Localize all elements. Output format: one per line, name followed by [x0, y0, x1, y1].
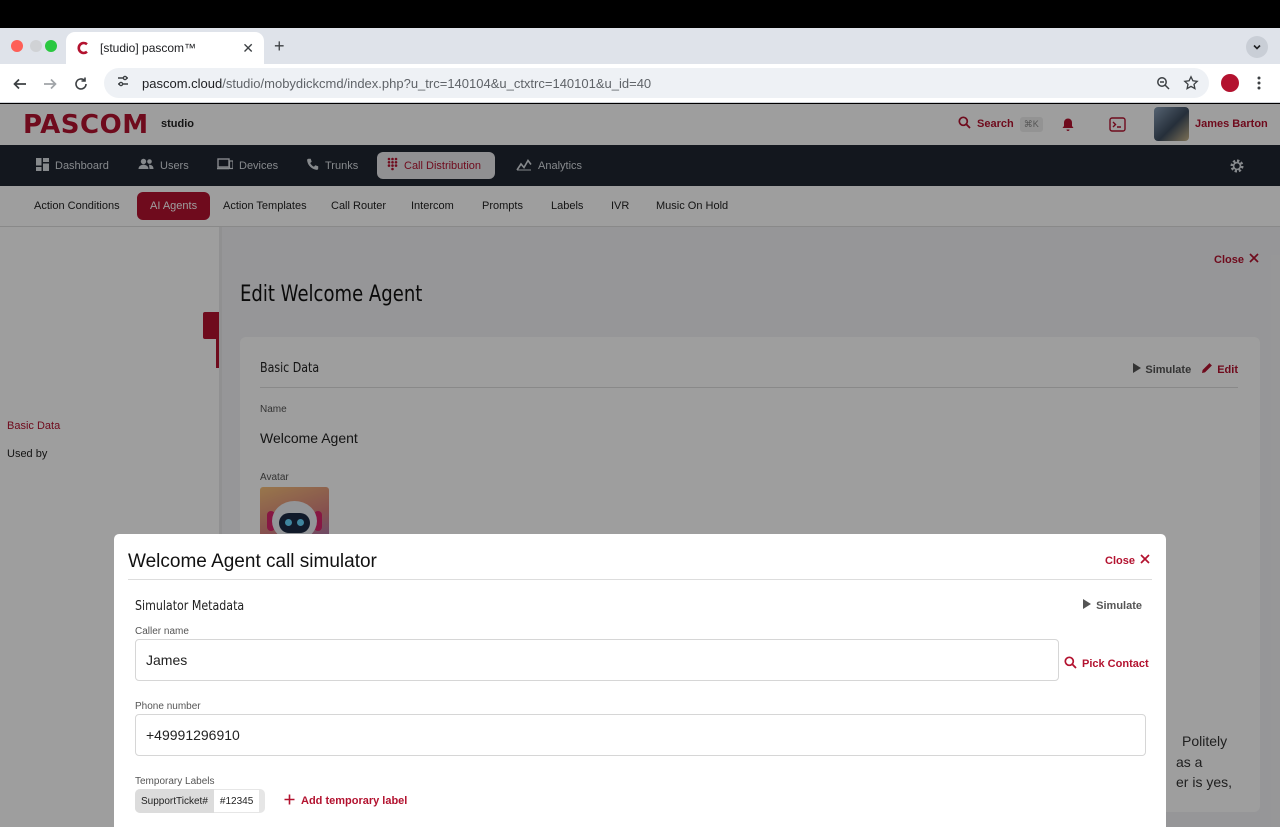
close-label: Close: [1105, 554, 1135, 567]
bookmark-star-icon[interactable]: [1182, 74, 1200, 92]
window-close-button[interactable]: [11, 40, 23, 52]
chip-value-input[interactable]: #12345: [213, 790, 260, 812]
simulate-label: Simulate: [1096, 599, 1142, 612]
plus-icon: [284, 794, 295, 808]
temporary-labels-label: Temporary Labels: [135, 776, 215, 787]
zoom-icon[interactable]: [1154, 74, 1172, 92]
pascom-favicon-icon: [76, 41, 90, 55]
new-tab-icon[interactable]: +: [274, 36, 285, 57]
close-icon: [1140, 554, 1150, 567]
tab-search-chevron-icon[interactable]: [1246, 36, 1268, 58]
browser-menu-icon[interactable]: [1254, 74, 1264, 92]
window-zoom-button[interactable]: [45, 40, 57, 52]
dialog-close-button[interactable]: Close: [1105, 554, 1150, 567]
phone-number-input[interactable]: +49991296910: [135, 714, 1146, 756]
tab-close-icon[interactable]: ✕: [242, 40, 254, 57]
window-minimize-button[interactable]: [30, 40, 42, 52]
browser-tab-title: [studio] pascom™: [100, 41, 197, 55]
add-label-text: Add temporary label: [301, 795, 408, 807]
section-title: Simulator Metadata: [135, 599, 245, 614]
profile-avatar[interactable]: [1221, 74, 1239, 92]
system-top-bar: [0, 0, 1280, 28]
browser-tab[interactable]: [studio] pascom™ ✕: [66, 32, 264, 64]
pick-contact-button[interactable]: Pick Contact: [1064, 656, 1149, 672]
simulate-button[interactable]: Simulate: [1083, 599, 1142, 612]
reload-icon[interactable]: [71, 74, 91, 94]
chip-key: SupportTicket#: [135, 789, 214, 813]
dialog-divider: [128, 579, 1152, 580]
play-icon: [1083, 599, 1092, 612]
call-simulator-dialog: Welcome Agent call simulator Close Simul…: [114, 534, 1166, 827]
url-text: pascom.cloud/studio/mobydickcmd/index.ph…: [142, 75, 652, 91]
back-arrow-icon[interactable]: [10, 74, 30, 94]
caller-name-label: Caller name: [135, 626, 189, 637]
pick-contact-label: Pick Contact: [1082, 658, 1149, 670]
phone-number-label: Phone number: [135, 701, 201, 712]
search-icon: [1064, 656, 1077, 672]
address-bar[interactable]: pascom.cloud/studio/mobydickcmd/index.ph…: [104, 68, 1209, 98]
caller-name-input[interactable]: James: [135, 639, 1059, 681]
site-settings-icon[interactable]: [116, 74, 130, 93]
forward-arrow-icon[interactable]: [40, 74, 60, 94]
dialog-title: Welcome Agent call simulator: [128, 551, 377, 572]
add-temporary-label-button[interactable]: Add temporary label: [284, 794, 407, 808]
temporary-label-chip[interactable]: SupportTicket# #12345: [135, 789, 266, 813]
